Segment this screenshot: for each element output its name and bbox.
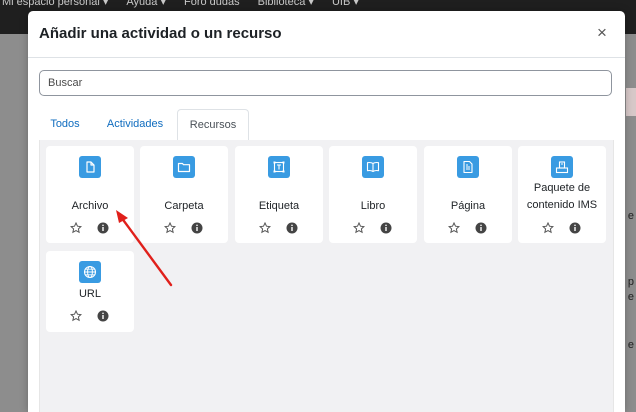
info-icon[interactable] xyxy=(286,222,298,234)
resource-name: Página xyxy=(450,200,486,212)
search-box xyxy=(39,70,612,96)
resource-name: Etiqueta xyxy=(258,200,300,212)
resource-card-libro[interactable]: Libro xyxy=(329,146,417,243)
resource-name: URL xyxy=(78,288,101,300)
star-icon[interactable] xyxy=(542,222,554,234)
star-icon[interactable] xyxy=(259,222,271,234)
modal-title: Añadir una actividad o un recurso xyxy=(39,25,282,42)
resource-card-etiqueta[interactable]: Etiqueta xyxy=(235,146,323,243)
info-icon[interactable] xyxy=(97,310,109,322)
resource-name: Carpeta xyxy=(164,200,204,212)
star-icon[interactable] xyxy=(164,222,176,234)
search-input[interactable] xyxy=(39,70,612,96)
close-button[interactable]: × xyxy=(594,24,610,42)
resource-card-carpeta[interactable]: Carpeta xyxy=(140,146,228,243)
page-icon xyxy=(457,156,479,178)
background-fragment xyxy=(626,88,636,116)
book-icon xyxy=(362,156,384,178)
activity-chooser-modal: Añadir una actividad o un recurso × Todo… xyxy=(28,11,625,412)
info-icon[interactable] xyxy=(97,222,109,234)
background-text: e xyxy=(627,210,634,222)
tab-recursos[interactable]: Recursos xyxy=(177,109,249,142)
resource-name: Paquete de contenido IMS xyxy=(526,182,598,211)
resource-card-url[interactable]: URL xyxy=(46,251,134,332)
info-icon[interactable] xyxy=(475,222,487,234)
tab-bar: Todos Actividades Recursos xyxy=(39,109,612,142)
background-text: e xyxy=(627,291,634,303)
resource-name: Libro xyxy=(360,200,386,212)
tab-todos[interactable]: Todos xyxy=(39,109,91,139)
resources-grid: Archivo Carpeta Etiqueta Libro Página Pa… xyxy=(39,140,614,412)
star-icon[interactable] xyxy=(70,310,82,322)
folder-icon xyxy=(173,156,195,178)
resource-name: Archivo xyxy=(71,200,109,212)
ims-package-icon xyxy=(551,156,573,178)
globe-icon xyxy=(79,261,101,283)
star-icon[interactable] xyxy=(448,222,460,234)
tab-actividades[interactable]: Actividades xyxy=(96,109,174,139)
file-icon xyxy=(79,156,101,178)
info-icon[interactable] xyxy=(191,222,203,234)
info-icon[interactable] xyxy=(569,222,581,234)
star-icon[interactable] xyxy=(70,222,82,234)
modal-header: Añadir una actividad o un recurso × xyxy=(28,11,625,58)
resource-card-archivo[interactable]: Archivo xyxy=(46,146,134,243)
info-icon[interactable] xyxy=(380,222,392,234)
star-icon[interactable] xyxy=(353,222,365,234)
resource-card-ims-package[interactable]: Paquete de contenido IMS xyxy=(518,146,606,243)
background-text: e xyxy=(627,339,634,351)
resource-card-pagina[interactable]: Página xyxy=(424,146,512,243)
label-icon xyxy=(268,156,290,178)
background-text: p xyxy=(627,276,634,288)
